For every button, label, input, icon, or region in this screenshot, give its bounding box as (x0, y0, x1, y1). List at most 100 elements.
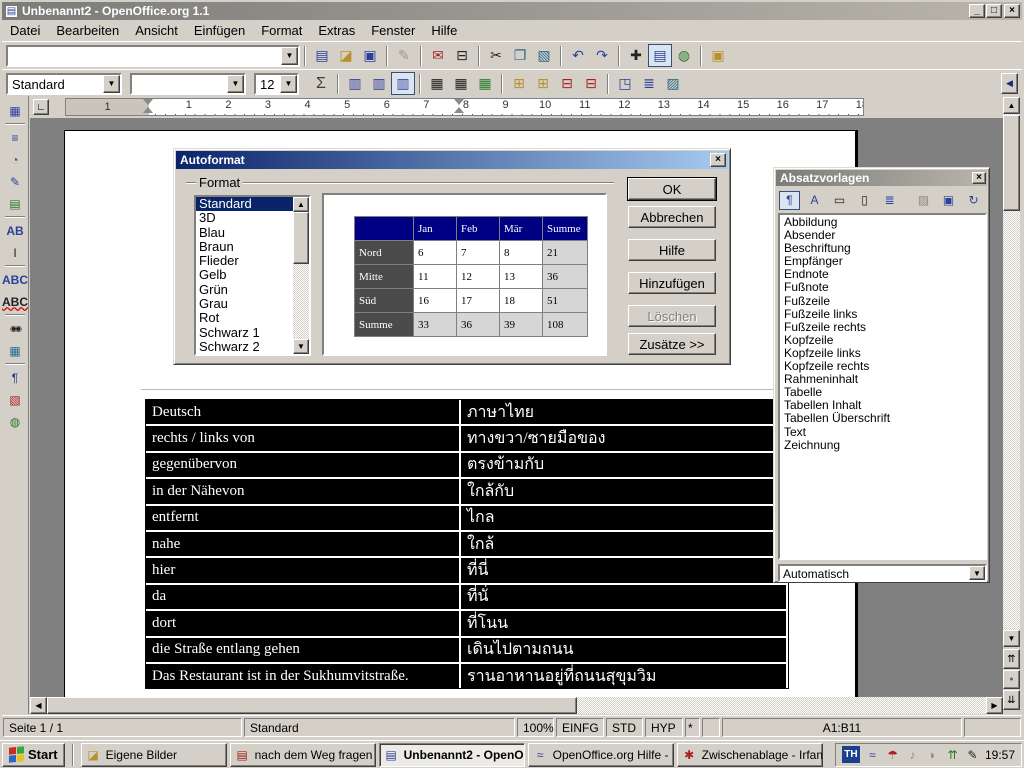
table-cell-thai[interactable]: ใกล้กับ (461, 479, 786, 503)
vertical-scrollbar[interactable]: ▲ ▼ ⇈ ● ⇊ (1003, 96, 1020, 714)
format-item[interactable]: Rot (196, 311, 293, 325)
data-sources-icon[interactable]: ▦ (5, 341, 26, 360)
table-cell-german[interactable]: nahe (146, 532, 459, 556)
stylist-titlebar[interactable]: Absatzvorlagen × (776, 170, 987, 186)
quickstarter-icon[interactable]: ≈ (865, 748, 880, 762)
format-item[interactable]: Gelb (196, 268, 293, 282)
style-list[interactable]: AbbildungAbsenderBeschriftungEmpfängerEn… (778, 213, 987, 560)
url-dropdown-icon[interactable]: ▼ (281, 47, 298, 65)
tab-type-button[interactable]: ∟ (33, 99, 49, 115)
navigator-icon[interactable]: ✚ (624, 44, 648, 67)
horizontal-ruler[interactable]: 1 123456789101112131415161718 (65, 98, 864, 116)
maximize-button[interactable]: □ (986, 4, 1002, 18)
table-cell-german[interactable]: entfernt (146, 506, 459, 530)
document-table[interactable]: Deutsch ภาษาไทย rechts / links von ทางขว… (145, 399, 789, 689)
scroll-up-icon[interactable]: ▲ (1003, 97, 1020, 114)
draw-functions-icon[interactable]: ✎ (5, 172, 26, 191)
paste-icon[interactable]: ▧ (532, 44, 556, 67)
menu-item[interactable]: Ansicht (127, 21, 186, 40)
sum-icon[interactable]: Σ (309, 72, 333, 95)
delete-button[interactable]: Löschen (628, 305, 716, 327)
delete-column-icon[interactable]: ⊟ (579, 72, 603, 95)
merge-cells-icon[interactable]: ▥ (343, 72, 367, 95)
table-cell-german[interactable]: dort (146, 611, 459, 635)
table-cell-thai[interactable]: เดินไปตามถนน (461, 638, 786, 662)
direct-cursor-icon[interactable]: I (5, 243, 26, 262)
style-combobox[interactable]: Standard ▼ (6, 73, 122, 95)
format-item[interactable]: Schwarz 1 (196, 326, 293, 340)
task-unbenannt2[interactable]: ▤ Unbenannt2 - OpenO... (379, 743, 525, 767)
format-item[interactable]: Grau (196, 297, 293, 311)
toggle-objectbar-icon[interactable]: ◀ (1001, 73, 1018, 94)
borders-icon[interactable]: ◳ (613, 72, 637, 95)
menu-item[interactable]: Datei (2, 21, 48, 40)
list-styles-icon[interactable]: ≣ (879, 191, 900, 210)
table-cell-thai[interactable]: ที่โนน (461, 611, 786, 635)
frame-styles-icon[interactable]: ▭ (829, 191, 850, 210)
table-cell-german[interactable]: gegenübervon (146, 453, 459, 477)
stylist-icon[interactable]: ▤ (648, 44, 672, 67)
table-fixed-prop-icon[interactable]: ▦ (449, 72, 473, 95)
mail-icon[interactable]: ✉ (426, 44, 450, 67)
style-dropdown-icon[interactable]: ▼ (103, 75, 120, 93)
format-list-scrollbar[interactable]: ▲ ▼ (293, 197, 309, 354)
clock[interactable]: 19:57 (985, 748, 1015, 762)
size-dropdown-icon[interactable]: ▼ (280, 75, 297, 93)
more-button[interactable]: Zusätze >> (628, 333, 716, 355)
scroll-left-icon[interactable]: ◀ (30, 697, 47, 714)
insert-fields-icon[interactable]: ≡ (5, 128, 26, 147)
dialog-close-icon[interactable]: × (710, 153, 726, 167)
table-cell-thai[interactable]: ภาษาไทย (461, 400, 786, 424)
style-item[interactable]: Fußzeile links (781, 308, 984, 321)
volume-icon[interactable]: ♪ (905, 748, 920, 762)
task-zwischenablage[interactable]: ✱ Zwischenablage - Irfan... (677, 743, 823, 767)
delete-row-icon[interactable]: ⊟ (555, 72, 579, 95)
selection-mode-indicator[interactable]: STD (606, 718, 643, 737)
menu-item[interactable]: Format (253, 21, 310, 40)
menu-item[interactable]: Extras (310, 21, 363, 40)
table-cell-german[interactable]: hier (146, 558, 459, 582)
optimize-icon[interactable]: ▥ (391, 72, 415, 95)
close-button[interactable]: × (1004, 4, 1020, 18)
font-name-value[interactable] (132, 75, 227, 93)
undo-icon[interactable]: ↶ (566, 44, 590, 67)
save-icon[interactable]: ▣ (358, 44, 382, 67)
style-item[interactable]: Fußzeile rechts (781, 321, 984, 334)
nonprinting-characters-icon[interactable]: ¶ (5, 368, 26, 387)
table-cell-german[interactable]: in der Nähevon (146, 479, 459, 503)
find-replace-icon[interactable]: ◉◉ (5, 319, 26, 338)
table-cell-thai[interactable]: ตรงข้ามกับ (461, 453, 786, 477)
style-item[interactable]: Text (781, 426, 984, 439)
border-style-icon[interactable]: ≣ (637, 72, 661, 95)
table-cell-thai[interactable]: ไกล (461, 506, 786, 530)
hscroll-thumb[interactable] (47, 697, 577, 714)
paragraph-styles-icon[interactable]: ¶ (779, 191, 800, 210)
table-cell-german[interactable]: da (146, 585, 459, 609)
previous-page-icon[interactable]: ⇈ (1003, 649, 1020, 669)
list-scroll-thumb[interactable] (293, 212, 309, 264)
format-listbox[interactable]: Standard3DBlauBraunFliederGelbGrünGrauRo… (194, 195, 311, 356)
font-size-combobox[interactable]: 12 ▼ (254, 73, 299, 95)
window-titlebar[interactable]: ▤ Unbenannt2 - OpenOffice.org 1.1 _ □ × (2, 2, 1022, 20)
zoom-indicator[interactable]: 100% (517, 718, 554, 737)
style-item[interactable]: Tabellen Überschrift (781, 412, 984, 425)
next-page-icon[interactable]: ⇊ (1003, 690, 1020, 710)
table-cell-german[interactable]: Deutsch (146, 400, 459, 424)
insert-table-icon[interactable]: ▦ (5, 101, 26, 120)
pen-tablet-icon[interactable]: ✎ (965, 748, 980, 762)
insert-row-icon[interactable]: ⊞ (507, 72, 531, 95)
print-icon[interactable]: ⊟ (450, 44, 474, 67)
scroll-right-icon[interactable]: ▶ (986, 697, 1003, 714)
form-functions-icon[interactable]: ▤ (5, 194, 26, 213)
hyperlink-icon[interactable]: ◍ (672, 44, 696, 67)
insert-mode-indicator[interactable]: EINFG (556, 718, 604, 737)
format-item[interactable]: Grün (196, 283, 293, 297)
menu-item[interactable]: Fenster (363, 21, 423, 40)
format-item[interactable]: 3D (196, 211, 293, 225)
spellcheck-icon[interactable]: ABC (5, 270, 26, 289)
format-item[interactable]: Blau (196, 226, 293, 240)
update-style-icon[interactable]: ↻ (963, 191, 984, 210)
url-value[interactable] (8, 47, 281, 65)
style-filter-combobox[interactable]: Automatisch ▼ (778, 564, 987, 582)
open-icon[interactable]: ◪ (334, 44, 358, 67)
